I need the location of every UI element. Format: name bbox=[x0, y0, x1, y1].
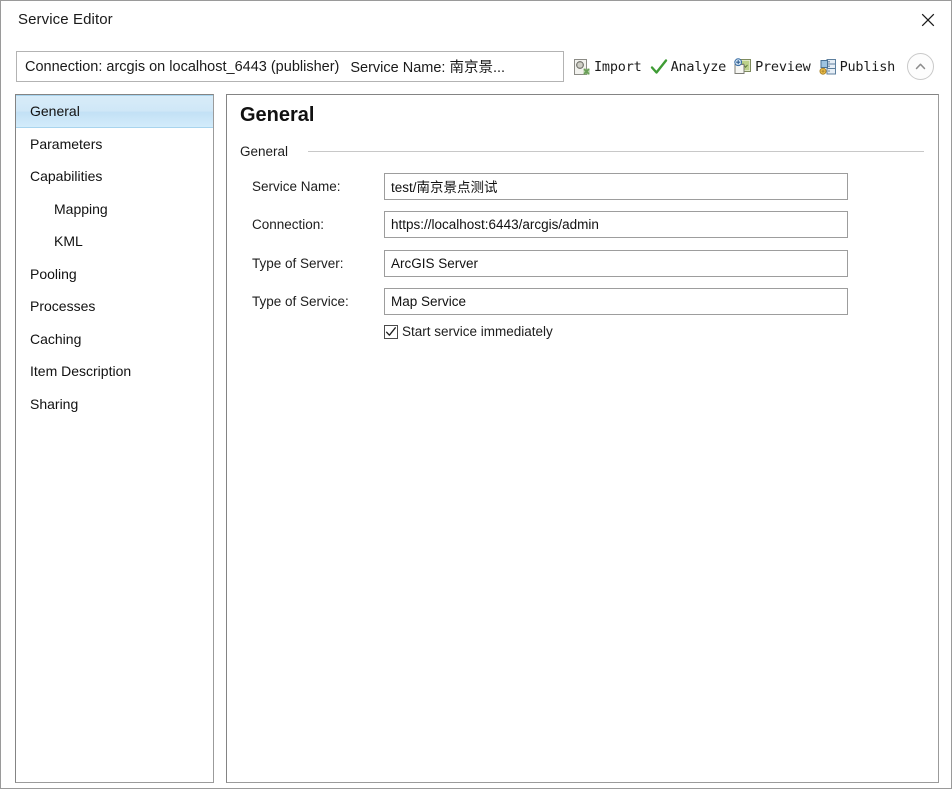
type-of-server-input[interactable]: ArcGIS Server bbox=[384, 249, 848, 277]
service-name-label: Service Name: 南京景... bbox=[350, 60, 506, 76]
form-row-start-service: Start service immediately bbox=[227, 324, 938, 354]
start-service-checkbox[interactable]: Start service immediately bbox=[384, 324, 553, 339]
publish-button-label: Publish bbox=[839, 58, 896, 75]
section-divider bbox=[308, 151, 924, 152]
checkbox-checked-icon bbox=[384, 324, 398, 339]
toolbar-actions: Import Analyze Preview Publish bbox=[571, 51, 935, 82]
general-form: Service Name: test/南京景点测试 Connection: ht… bbox=[227, 167, 938, 354]
connection-label: Connection: arcgis on localhost_6443 (pu… bbox=[25, 58, 340, 75]
sidebar-item-mapping[interactable]: Mapping bbox=[16, 193, 213, 226]
sidebar-item-capabilities[interactable]: Capabilities bbox=[16, 160, 213, 193]
preview-button-label: Preview bbox=[755, 58, 811, 75]
publish-button[interactable]: Publish bbox=[817, 54, 902, 80]
type-of-server-input-value: ArcGIS Server bbox=[391, 255, 479, 271]
section-header-general: General bbox=[240, 144, 928, 159]
type-of-service-field-label: Type of Service: bbox=[252, 294, 349, 310]
service-name-input-value: test/南京景点测试 bbox=[391, 180, 498, 196]
sidebar-item-label: General bbox=[30, 103, 80, 120]
page-title: Service Editor bbox=[18, 11, 113, 28]
connection-input-value: https://localhost:6443/arcgis/admin bbox=[391, 217, 599, 233]
sidebar-item-label: Item Description bbox=[30, 363, 132, 380]
sidebar-item-pooling[interactable]: Pooling bbox=[16, 258, 213, 291]
title-bar: Service Editor bbox=[1, 1, 951, 41]
service-name-input[interactable]: test/南京景点测试 bbox=[384, 172, 848, 200]
sidebar-item-label: Sharing bbox=[30, 395, 79, 412]
import-button[interactable]: Import bbox=[571, 54, 648, 80]
sidebar-item-label: Mapping bbox=[54, 200, 108, 217]
sidebar-item-label: Capabilities bbox=[30, 168, 103, 185]
sidebar-item-label: Processes bbox=[30, 298, 96, 315]
start-service-checkbox-label: Start service immediately bbox=[402, 324, 553, 339]
close-icon[interactable] bbox=[905, 1, 951, 39]
import-button-label: Import bbox=[594, 58, 642, 75]
sidebar-item-processes[interactable]: Processes bbox=[16, 290, 213, 323]
publish-icon bbox=[819, 58, 837, 76]
main-page-title: General bbox=[240, 104, 315, 126]
analyze-button[interactable]: Analyze bbox=[648, 54, 733, 80]
form-row-type-of-service: Type of Service: Map Service bbox=[227, 283, 938, 322]
checkmark-icon bbox=[650, 58, 668, 76]
form-row-connection: Connection: https://localhost:6443/arcgi… bbox=[227, 206, 938, 245]
sidebar-item-caching[interactable]: Caching bbox=[16, 323, 213, 356]
section-header-label: General bbox=[240, 144, 289, 159]
type-of-server-field-label: Type of Server: bbox=[252, 255, 344, 271]
sidebar-item-kml[interactable]: KML bbox=[16, 225, 213, 258]
analyze-button-label: Analyze bbox=[670, 58, 727, 75]
connection-field-label: Connection: bbox=[252, 217, 325, 233]
sidebar-item-parameters[interactable]: Parameters bbox=[16, 128, 213, 161]
service-name-field-label: Service Name: bbox=[252, 178, 341, 194]
import-icon bbox=[573, 58, 591, 76]
service-editor-window: Service Editor Connection: arcgis on loc… bbox=[0, 0, 952, 789]
sidebar-item-label: Pooling bbox=[30, 265, 77, 282]
type-of-service-input-value: Map Service bbox=[391, 294, 467, 310]
sidebar-item-general[interactable]: General bbox=[16, 95, 213, 128]
type-of-service-input[interactable]: Map Service bbox=[384, 288, 848, 316]
connection-info-box[interactable]: Connection: arcgis on localhost_6443 (pu… bbox=[16, 51, 564, 82]
form-row-type-of-server: Type of Server: ArcGIS Server bbox=[227, 244, 938, 283]
toolbar: Connection: arcgis on localhost_6443 (pu… bbox=[1, 40, 951, 95]
sidebar: General Parameters Capabilities Mapping … bbox=[15, 94, 214, 783]
preview-icon bbox=[734, 57, 752, 76]
sidebar-item-sharing[interactable]: Sharing bbox=[16, 388, 213, 421]
chevron-up-icon[interactable] bbox=[907, 53, 935, 80]
sidebar-item-item-description[interactable]: Item Description bbox=[16, 355, 213, 388]
preview-button[interactable]: Preview bbox=[732, 54, 817, 80]
connection-input[interactable]: https://localhost:6443/arcgis/admin bbox=[384, 211, 848, 239]
sidebar-item-label: Caching bbox=[30, 330, 82, 347]
sidebar-item-label: KML bbox=[54, 233, 83, 250]
form-row-service-name: Service Name: test/南京景点测试 bbox=[227, 167, 938, 206]
sidebar-item-label: Parameters bbox=[30, 135, 103, 152]
main-panel: General General Service Name: test/南京景点测… bbox=[226, 94, 939, 783]
